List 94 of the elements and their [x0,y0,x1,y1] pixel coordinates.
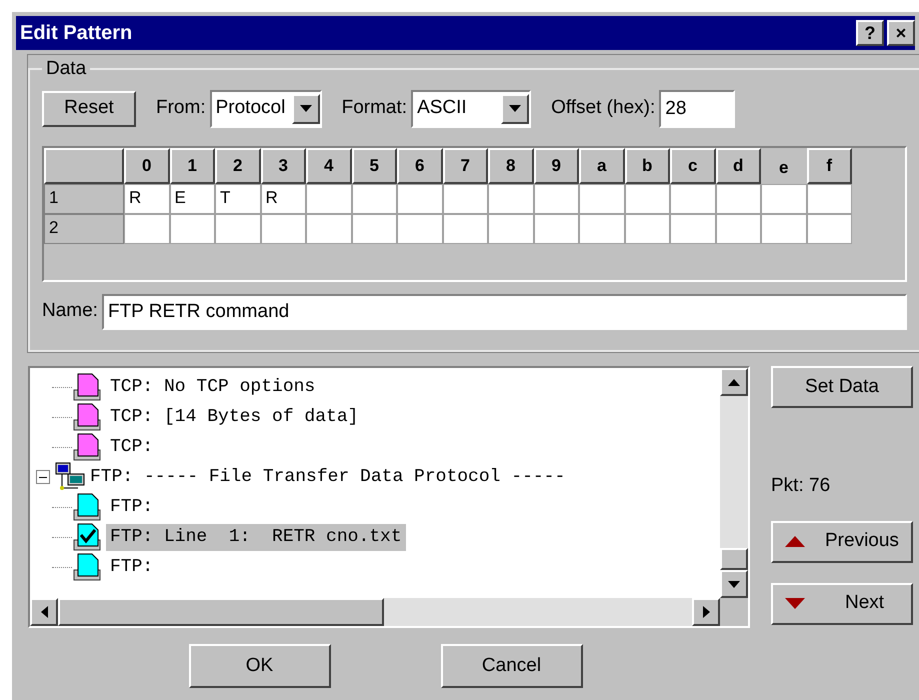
scroll-up-icon[interactable] [720,368,748,396]
row-header: 1 [44,184,124,214]
column-header[interactable]: 9 [534,148,579,184]
group-label: Data [45,57,88,81]
scroll-thumb[interactable] [720,548,748,570]
close-button[interactable]: × [887,20,915,46]
previous-button[interactable]: Previous [771,520,913,562]
tree-item[interactable]: FTP: ----- File Transfer Data Protocol ----- [90,464,566,490]
reset-button[interactable]: Reset [42,90,136,126]
grid-cell[interactable]: T [215,184,260,214]
column-header[interactable]: f [806,148,852,184]
from-dropdown[interactable]: Protocol [210,90,322,128]
grid-cell[interactable]: E [170,184,215,214]
tree-item[interactable]: FTP: [106,554,158,580]
grid-cell[interactable] [442,184,488,214]
grid-cell[interactable] [397,214,442,244]
scroll-left-icon[interactable] [30,598,58,626]
cancel-button[interactable]: Cancel [440,644,582,688]
grid-cell[interactable] [806,184,852,214]
column-header[interactable]: 7 [442,148,488,184]
tree-item[interactable]: TCP: No TCP options [106,374,320,400]
grid-cell[interactable] [761,214,806,244]
grid-cell[interactable] [579,214,624,244]
packet-icon [72,402,102,432]
grid-cell[interactable] [670,214,716,244]
horizontal-scrollbar[interactable] [30,598,748,626]
packet-number: Pkt: 76 [771,474,832,498]
grid-cell[interactable] [215,214,260,244]
name-field[interactable]: FTP RETR command [102,294,907,330]
grid-cell[interactable]: R [124,184,170,214]
grid-cell[interactable] [442,214,488,244]
column-header[interactable]: 3 [260,148,306,184]
grid-cell[interactable] [306,214,352,244]
scrollbar-corner [720,598,748,626]
column-header[interactable]: a [579,148,624,184]
column-header[interactable]: b [624,148,670,184]
grid-cell[interactable] [352,214,397,244]
column-header[interactable]: c [670,148,716,184]
grid-cell[interactable] [170,214,215,244]
tree-item[interactable]: TCP: [14 Bytes of data] [106,404,362,430]
network-computers-icon [54,462,86,492]
grid-cell[interactable] [534,184,579,214]
scroll-down-icon[interactable] [720,570,748,598]
ok-button[interactable]: OK [188,644,330,688]
tree-item[interactable]: FTP: [106,494,158,520]
up-triangle-icon [785,536,805,547]
grid-cell[interactable] [806,214,852,244]
grid-cell[interactable] [488,184,534,214]
window-title: Edit Pattern [20,21,132,46]
grid-cell[interactable] [397,184,442,214]
column-header[interactable]: 2 [215,148,260,184]
column-header[interactable]: 4 [306,148,352,184]
grid-cell[interactable]: R [260,184,306,214]
column-header[interactable]: 1 [170,148,215,184]
vertical-scrollbar[interactable] [720,368,748,598]
help-button[interactable]: ? [856,20,884,46]
packet-icon [72,492,102,522]
tree-item[interactable]: TCP: [106,434,158,460]
column-header[interactable]: d [716,148,761,184]
grid-cell[interactable] [260,214,306,244]
row-header: 2 [44,214,124,244]
grid-cell[interactable] [579,184,624,214]
field-label: From: [156,96,206,120]
field-label: Format: [342,96,408,120]
grid-cell[interactable] [488,214,534,244]
packet-icon [72,552,102,582]
grid-cell[interactable] [670,184,716,214]
packet-icon [72,372,102,402]
grid-cell[interactable] [352,184,397,214]
grid-cell[interactable] [624,184,670,214]
grid-cell[interactable] [716,184,761,214]
field-label: Offset (hex): [551,96,656,120]
next-button[interactable]: Next [771,582,913,624]
column-header[interactable]: 0 [124,148,170,184]
tree-item[interactable]: FTP: Line 1: RETR cno.txt [106,524,406,550]
scroll-thumb[interactable] [58,598,384,626]
field-label: Name: [42,299,98,324]
collapse-toggle-icon[interactable] [36,470,50,484]
down-triangle-icon [785,598,805,609]
grid-cell[interactable] [534,214,579,244]
grid-cell[interactable] [761,184,806,214]
set-data-button[interactable]: Set Data [771,366,913,408]
scroll-right-icon[interactable] [692,598,720,626]
packet-icon [72,522,102,552]
grid-cell[interactable] [124,214,170,244]
column-header[interactable]: 8 [488,148,534,184]
offset-field[interactable]: 28 [659,90,736,128]
grid-cell[interactable] [624,214,670,244]
grid-cell[interactable] [306,184,352,214]
packet-icon [72,432,102,462]
grid-cell[interactable] [716,214,761,244]
column-header[interactable]: 5 [352,148,397,184]
format-dropdown[interactable]: ASCII [411,90,532,128]
column-header[interactable]: 6 [397,148,442,184]
